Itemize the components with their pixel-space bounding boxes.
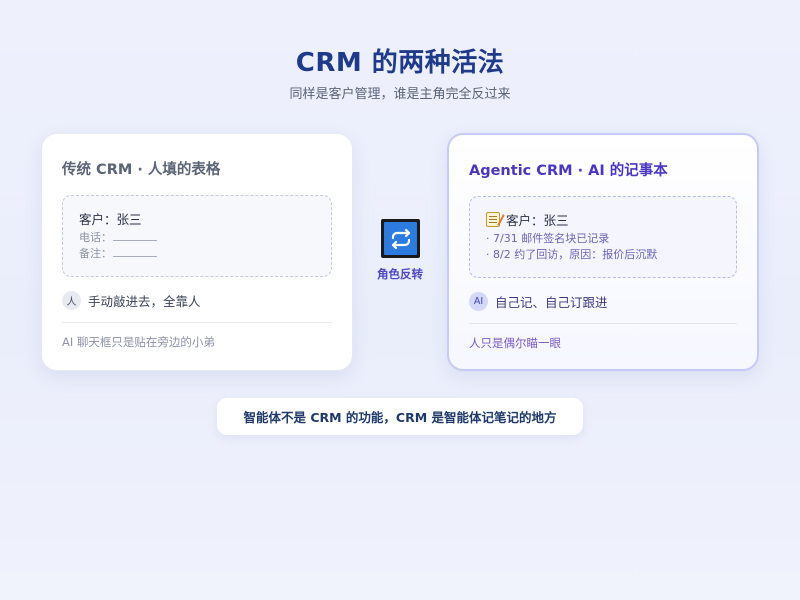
divider (469, 323, 737, 324)
phone-blank (113, 231, 157, 241)
human-avatar: 人 (62, 291, 81, 310)
conclusion-banner: 智能体不是 CRM 的功能，CRM 是智能体记笔记的地方 (217, 398, 583, 435)
traditional-crm-footnote: AI 聊天框只是贴在旁边的小弟 (62, 335, 215, 349)
agentic-crm-card: Agentic CRM · AI 的记事本 客户：张三 · 7/31 邮件签名块… (447, 133, 759, 371)
memo-icon (486, 212, 500, 227)
traditional-crm-card: 传统 CRM · 人填的表格 客户：张三 电话： 备注： 人 手动敲进去，全靠人… (41, 133, 353, 371)
page-title: CRM 的两种活法 (295, 48, 505, 78)
agentic-crm-footnote: 人只是偶尔瞄一眼 (469, 336, 561, 350)
traditional-crm-title: 传统 CRM · 人填的表格 (62, 162, 221, 178)
ai-note-line: · 7/31 邮件签名块已记录 (486, 232, 610, 245)
ai-entry-text: 自己记、自己订跟进 (495, 295, 608, 310)
ai-notebook: 客户：张三 · 7/31 邮件签名块已记录 · 8/2 约了回访，原因：报价后沉… (469, 196, 737, 278)
swap-arrows-icon (381, 219, 420, 258)
ai-entry-row: AI 自己记、自己订跟进 (469, 292, 737, 311)
phone-field: 电话： (79, 231, 315, 244)
swap-label: 角色反转 (377, 267, 423, 281)
phone-label: 电话： (79, 231, 112, 244)
customer-name-text: 客户：张三 (506, 213, 569, 228)
page-subtitle: 同样是客户管理，谁是主角完全反过来 (289, 87, 511, 102)
note-blank (113, 247, 157, 257)
customer-name: 客户：张三 (79, 209, 315, 228)
customer-name: 客户：张三 (486, 210, 720, 229)
agentic-crm-title: Agentic CRM · AI 的记事本 (469, 163, 668, 179)
note-field: 备注： (79, 247, 315, 260)
human-entry-row: 人 手动敲进去，全靠人 (62, 291, 332, 310)
human-entry-text: 手动敲进去，全靠人 (88, 294, 201, 309)
ai-avatar: AI (469, 292, 488, 311)
note-label: 备注： (79, 247, 112, 260)
ai-note-line: · 8/2 约了回访，原因：报价后沉默 (486, 248, 658, 261)
customer-name-text: 客户：张三 (79, 212, 142, 227)
manual-record-form: 客户：张三 电话： 备注： (62, 195, 332, 277)
divider (62, 322, 332, 323)
